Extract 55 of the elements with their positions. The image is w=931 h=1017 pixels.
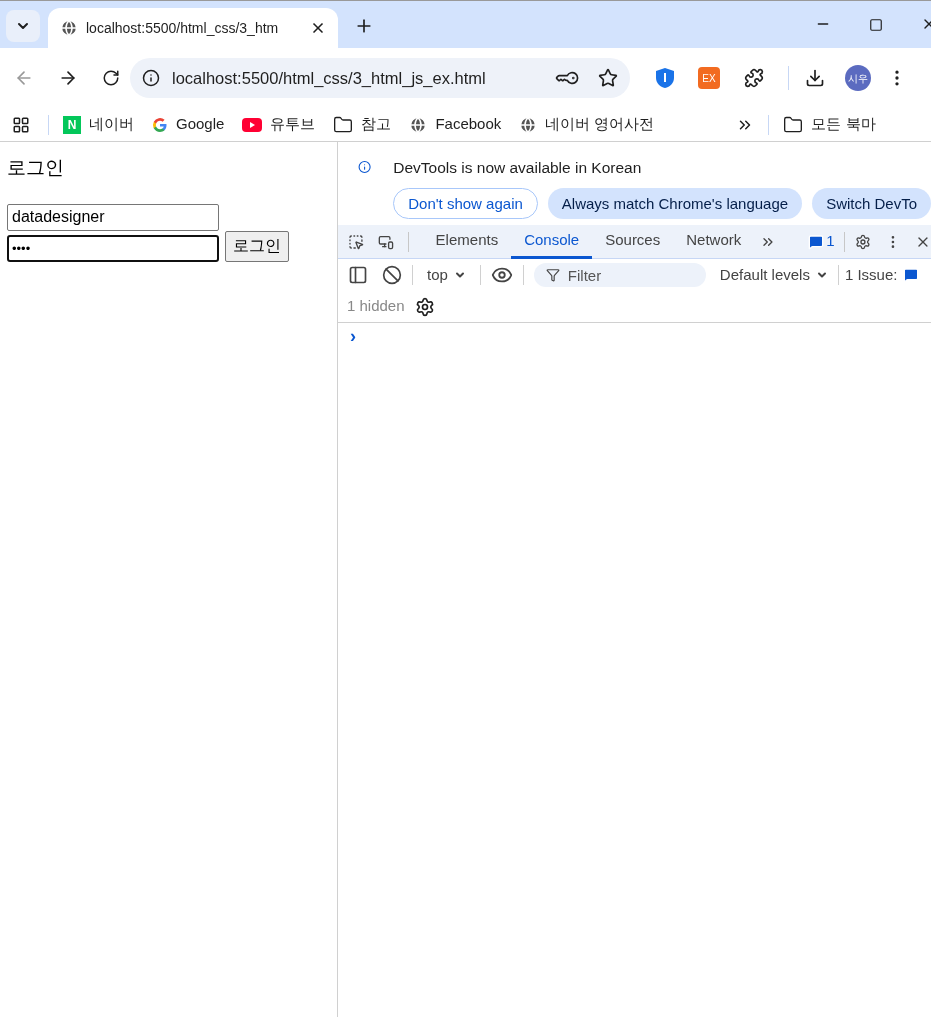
bookmark-item[interactable]: Google bbox=[146, 113, 231, 136]
login-button[interactable]: 로그인 bbox=[225, 230, 289, 262]
maximize-icon[interactable] bbox=[869, 18, 883, 32]
apps-icon[interactable] bbox=[12, 115, 30, 134]
url-text: localhost:5500/html_css/3_html_js_ex.html bbox=[172, 67, 487, 89]
issues-link[interactable]: 1 Issue: bbox=[844, 263, 898, 287]
shield-icon[interactable] bbox=[656, 68, 674, 88]
devtools-tab[interactable]: Network bbox=[673, 224, 755, 259]
password-field[interactable]: •••• bbox=[7, 234, 219, 262]
download-icon[interactable] bbox=[805, 68, 825, 88]
naver-icon: N bbox=[63, 115, 81, 134]
close-icon[interactable] bbox=[310, 20, 326, 36]
reload-icon[interactable] bbox=[102, 69, 120, 87]
page-heading: 로그인 bbox=[7, 156, 65, 180]
folder-icon bbox=[333, 114, 354, 135]
settings-icon[interactable] bbox=[414, 296, 435, 317]
info-bar-button[interactable]: Don't show again bbox=[393, 188, 538, 220]
message-icon bbox=[808, 233, 825, 250]
issues-counter[interactable]: 1 bbox=[808, 230, 835, 253]
address-bar[interactable]: localhost:5500/html_css/3_html_js_ex.html bbox=[130, 58, 630, 98]
message-icon bbox=[903, 267, 920, 283]
sidebar-icon[interactable] bbox=[348, 265, 368, 285]
devtools-tab[interactable]: Sources bbox=[592, 224, 674, 259]
globe-icon bbox=[519, 115, 538, 134]
hidden-count: 1 hidden bbox=[347, 296, 405, 317]
console-prompt[interactable]: › bbox=[338, 323, 931, 349]
info-icon bbox=[358, 158, 372, 176]
filter-icon bbox=[545, 268, 560, 282]
bookmark-item[interactable]: N 네이버 bbox=[57, 113, 140, 136]
info-icon bbox=[142, 69, 160, 87]
tab-search-button[interactable] bbox=[6, 10, 40, 42]
bookmark-item[interactable]: 네이버 영어사전 bbox=[513, 113, 661, 136]
play-icon bbox=[242, 117, 263, 132]
filter-field[interactable]: Filter bbox=[533, 263, 706, 287]
globe-icon bbox=[60, 19, 78, 37]
info-bar-button[interactable]: Always match Chrome's language bbox=[547, 188, 803, 220]
levels-dropdown[interactable]: Default levels bbox=[715, 263, 832, 287]
info-message: DevTools is now available in Korean bbox=[393, 158, 643, 178]
clear-icon[interactable] bbox=[382, 265, 402, 285]
tab-title: localhost:5500/html_css/3_htm bbox=[86, 18, 280, 38]
puzzle-icon[interactable] bbox=[744, 68, 764, 88]
google-icon bbox=[152, 116, 168, 133]
context-dropdown[interactable]: top bbox=[423, 263, 470, 287]
browser-tab[interactable]: localhost:5500/html_css/3_htm bbox=[48, 8, 338, 48]
profile-avatar[interactable]: 시우 bbox=[845, 65, 871, 91]
info-bar-button[interactable]: Switch DevTo bbox=[812, 188, 931, 220]
folder-icon bbox=[783, 114, 804, 135]
bookmark-item[interactable]: 참고 bbox=[327, 113, 398, 136]
bookmark-item[interactable]: 유투브 bbox=[236, 113, 322, 136]
all-bookmarks-item[interactable]: 모든 북마 bbox=[783, 113, 876, 136]
star-icon[interactable] bbox=[598, 68, 618, 88]
globe-icon bbox=[409, 115, 428, 134]
devtools-tab[interactable]: Elements bbox=[422, 224, 512, 259]
username-field[interactable]: datadesigner bbox=[7, 203, 219, 231]
bookmark-item[interactable]: Facebook bbox=[403, 113, 508, 136]
